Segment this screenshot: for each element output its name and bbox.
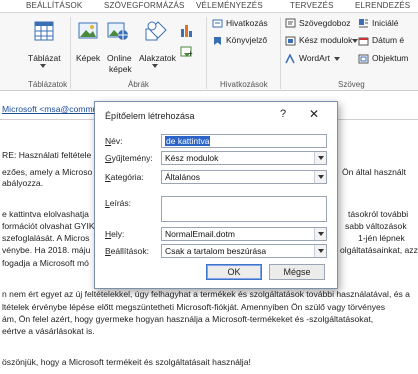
body-line-right: tásokról további (348, 209, 409, 219)
body-line: ám, Ön felel azért, hogy gyermeke hogyan… (2, 314, 374, 324)
chart-icon[interactable] (180, 23, 194, 37)
online-picture-icon (107, 22, 128, 40)
ribbon-separator (280, 17, 281, 89)
tab-elrendezes[interactable]: ELRENDEZÉS (355, 0, 410, 13)
table-icon (34, 21, 54, 41)
body-line: szefoglalását. A Micros (2, 233, 90, 243)
tab-beallitasok[interactable]: BEÁLLÍTÁSOK (26, 0, 82, 13)
bookmark-button[interactable]: Könyvjelző (226, 35, 267, 45)
chevron-down-icon (334, 57, 340, 61)
date-button[interactable]: Dátum é (372, 35, 404, 45)
textbox-button[interactable]: Szövegdoboz (299, 18, 351, 28)
name-field[interactable]: de kattintva (161, 134, 327, 148)
gallery-select[interactable]: Kész modulok (161, 151, 327, 165)
recipient-link[interactable]: Microsoft <msa@commu (2, 104, 97, 114)
group-label-illustrations: Ábrák (128, 80, 149, 89)
body-line: n nem ért egyet az új feltételekkel, úgy… (2, 289, 410, 299)
cancel-button[interactable]: Mégse (269, 264, 325, 280)
online-pictures-label-2: képek (109, 64, 132, 74)
tab-szovegformazas[interactable]: SZÖVEGFORMÁZÁS (104, 0, 185, 13)
group-label-links: Hivatkozások (220, 80, 268, 89)
chevron-down-icon (152, 64, 158, 68)
pictures-label: Képek (76, 53, 101, 63)
description-field[interactable] (161, 196, 327, 222)
wordart-button[interactable]: WordArt (299, 53, 330, 63)
quick-parts-button[interactable]: Kész modulok (299, 35, 352, 45)
quick-parts-icon (285, 36, 296, 46)
body-line: formációt olvashat GYIK (2, 221, 95, 231)
body-line-right: Ön által használt (342, 167, 407, 177)
body-line: abályozza. (2, 178, 44, 188)
chevron-down-icon[interactable] (314, 245, 326, 257)
body-line-right: 1-jén lépnek (358, 233, 405, 243)
body-line: ltételek érvénybe lépése előtt megszünte… (2, 302, 386, 312)
gallery-label: Gyűjtemény: (105, 153, 153, 163)
category-select[interactable]: Általános (161, 170, 327, 184)
chevron-down-icon (40, 64, 46, 68)
location-label: Hely: (105, 229, 125, 239)
hyperlink-icon (212, 19, 223, 28)
shapes-label: Alakzatok (139, 53, 176, 63)
body-line: ezőes, amely a Microso (2, 167, 93, 177)
chevron-down-icon[interactable] (314, 171, 326, 183)
options-value: Csak a tartalom beszúrása (165, 246, 267, 256)
hyperlink-button[interactable]: Hivatkozás (226, 18, 268, 28)
gallery-value: Kész modulok (165, 153, 219, 163)
body-line: fogadja a Microsoft mó (2, 258, 89, 268)
category-label: Kategória: (105, 172, 144, 182)
chevron-down-icon[interactable] (314, 152, 326, 164)
name-value: de kattintva (165, 136, 211, 146)
shapes-icon (145, 21, 167, 41)
date-icon (358, 37, 369, 46)
help-icon[interactable]: ? (280, 108, 286, 120)
body-line-right: sabb változások (345, 221, 407, 231)
body-line: e kattintva elolvashatja (2, 209, 89, 219)
textbox-icon (285, 18, 296, 28)
tab-tervezes[interactable]: TERVEZÉS (290, 0, 334, 13)
ribbon-separator (70, 17, 71, 89)
screenshot-plus: + (188, 49, 193, 58)
options-label: Beállítások: (105, 246, 149, 256)
location-select[interactable]: NormalEmail.dotm (161, 227, 327, 241)
picture-icon (78, 22, 98, 39)
chevron-down-icon[interactable] (314, 228, 326, 240)
ribbon-tabs: BEÁLLÍTÁSOK SZÖVEGFORMÁZÁS VÉLEMÉNYEZÉS … (0, 0, 418, 13)
group-label-text: Szöveg (338, 80, 365, 89)
options-select[interactable]: Csak a tartalom beszúrása (161, 244, 327, 258)
dropcap-icon (359, 19, 368, 28)
subject-line: RE: Használati feltétele (2, 150, 92, 160)
location-value: NormalEmail.dotm (165, 229, 235, 239)
body-line: eértve a vásárlásokat is. (2, 326, 95, 336)
group-label-tables: Táblázatok (28, 80, 68, 89)
object-icon (358, 54, 369, 64)
body-line: vénybe. Ha 2018. máju (2, 245, 91, 255)
category-value: Általános (165, 172, 200, 182)
create-building-block-dialog: Építőelem létrehozása ? ✕ Név: de kattin… (94, 101, 338, 289)
dropcap-button[interactable]: Iniciálé (372, 18, 398, 28)
name-label: Név: (105, 136, 123, 146)
ok-button[interactable]: OK (206, 264, 262, 280)
close-icon[interactable]: ✕ (309, 107, 319, 121)
online-pictures-label-1: Online (107, 53, 132, 63)
body-line: öszönjük, hogy a Microsoft termékeit és … (2, 357, 251, 367)
tab-velemenyezes[interactable]: VÉLEMÉNYEZÉS (196, 0, 263, 13)
body-line-right: olgáltatásainkat, azzal (340, 245, 418, 255)
wordart-icon (285, 54, 295, 64)
table-label: Táblázat (28, 53, 61, 63)
description-label: Leírás: (105, 198, 131, 208)
ribbon-separator (206, 17, 207, 89)
ribbon: Táblázat Képek Online képek Alakzatok + … (0, 13, 418, 91)
dialog-title: Építőelem létrehozása (105, 111, 195, 121)
object-button[interactable]: Objektum (372, 53, 408, 63)
bookmark-icon (214, 37, 221, 45)
